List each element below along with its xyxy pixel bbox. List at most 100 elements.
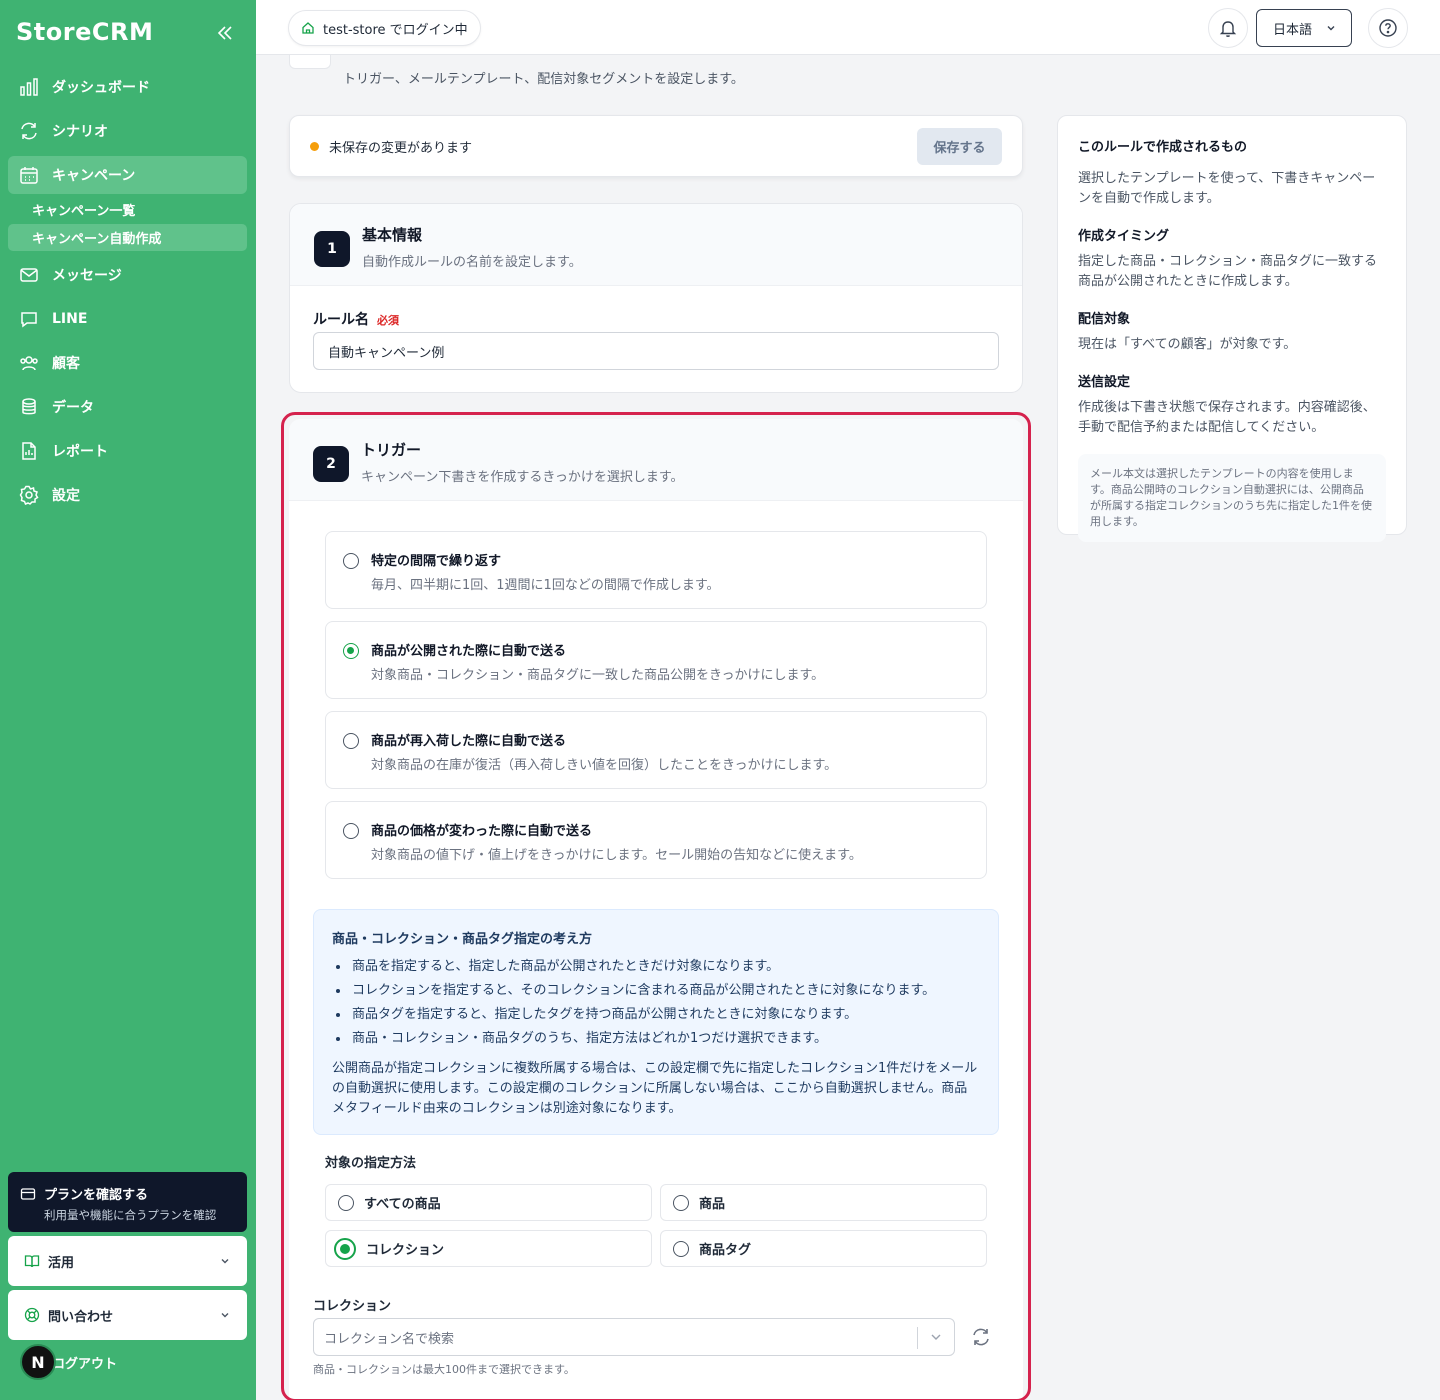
- target-method-label: 対象の指定方法: [325, 1156, 417, 1171]
- store-label: test-store でログイン中: [323, 22, 468, 38]
- sidebar-item-label: 設定: [52, 488, 80, 504]
- option-title: 商品が再入荷した際に自動で送る: [371, 734, 567, 749]
- panel-section-title: 作成タイミング: [1078, 229, 1170, 244]
- info-bullet: 商品・コレクション・商品タグのうち、指定方法はどれか1つだけ選択できます。: [332, 1027, 980, 1051]
- header-icon-box: [289, 55, 331, 69]
- sidebar-item-report[interactable]: レポート: [8, 432, 247, 470]
- method-label: コレクション: [366, 1243, 445, 1258]
- radio-button-selected[interactable]: [343, 643, 359, 659]
- plan-card[interactable]: プランを確認する 利用量や機能に合うプランを確認: [8, 1172, 247, 1232]
- radio-button[interactable]: [343, 553, 359, 569]
- book-icon: [24, 1255, 40, 1268]
- rule-summary-panel: このルールで作成されるもの 選択したテンプレートを使って、下書きキャンペーンを自…: [1057, 115, 1407, 542]
- method-product-tag[interactable]: 商品タグ: [660, 1230, 987, 1267]
- panel-section-text: 作成後は下書き状態で保存されます。内容確認後、手動で配信予約または配信してくださ…: [1078, 400, 1376, 435]
- trigger-option-restock[interactable]: 商品が再入荷した際に自動で送る 対象商品の在庫が復活（再入荷しきい値を回復）した…: [325, 711, 987, 789]
- home-icon: [302, 22, 314, 34]
- usage-dropdown[interactable]: 活用: [8, 1236, 247, 1286]
- help-icon[interactable]: [1368, 8, 1408, 48]
- contact-label: 問い合わせ: [48, 1309, 114, 1325]
- chevron-down-icon[interactable]: [928, 1329, 944, 1345]
- radio-button[interactable]: [343, 823, 359, 839]
- sidebar-subitem-campaign-auto[interactable]: キャンペーン自動作成: [8, 224, 247, 251]
- rule-name-input[interactable]: 自動キャンペーン例: [313, 332, 999, 370]
- trigger-option-interval[interactable]: 特定の間隔で繰り返す 毎月、四半期に1回、1週間に1回などの間隔で作成します。: [325, 531, 987, 609]
- info-bullet: コレクションを指定すると、そのコレクションに含まれる商品が公開されたときに対象に…: [332, 979, 980, 1003]
- radio-button[interactable]: [673, 1194, 689, 1211]
- info-title: 商品・コレクション・商品タグ指定の考え方: [332, 932, 593, 947]
- info-bullet: 商品タグを指定すると、指定したタグを持つ商品が公開されたときに対象になります。: [332, 1003, 980, 1027]
- sidebar-item-label: シナリオ: [52, 124, 108, 140]
- plan-subtitle: 利用量や機能に合うプランを確認: [44, 1208, 217, 1222]
- sidebar-item-customers[interactable]: 顧客: [8, 344, 247, 382]
- sidebar-item-label: ダッシュボード: [52, 80, 150, 96]
- option-title: 商品が公開された際に自動で送る: [371, 644, 567, 659]
- radio-button[interactable]: [338, 1194, 354, 1211]
- sidebar-item-message[interactable]: メッセージ: [8, 256, 247, 294]
- notification-bell-icon[interactable]: [1208, 8, 1248, 48]
- option-description: 対象商品・コレクション・商品タグに一致した商品公開をきっかけにします。: [371, 668, 825, 683]
- language-select[interactable]: 日本語: [1256, 9, 1352, 47]
- sidebar-item-data[interactable]: データ: [8, 388, 247, 426]
- credit-card-icon: [20, 1187, 36, 1200]
- sidebar-item-line[interactable]: LINE: [8, 300, 247, 338]
- logout-label: ログアウト: [52, 1356, 118, 1372]
- info-note: 公開商品が指定コレクションに複数所属する場合は、この設定欄で先に指定したコレクシ…: [332, 1061, 978, 1116]
- save-button[interactable]: 保存する: [917, 127, 1002, 165]
- method-product[interactable]: 商品: [660, 1184, 987, 1221]
- panel-note: メール本文は選択したテンプレートの内容を使用します。商品公開時のコレクション自動…: [1078, 454, 1386, 542]
- method-collection[interactable]: コレクション: [325, 1230, 652, 1267]
- store-indicator[interactable]: test-store でログイン中: [288, 10, 481, 46]
- sidebar-item-label: レポート: [52, 444, 108, 460]
- panel-section-text: 現在は「すべての顧客」が対象です。: [1078, 337, 1297, 352]
- sidebar-item-label: 顧客: [52, 356, 80, 372]
- sidebar-item-dashboard[interactable]: ダッシュボード: [8, 68, 247, 106]
- sidebar-item-scenario[interactable]: シナリオ: [8, 112, 247, 150]
- option-title: 商品の価格が変わった際に自動で送る: [371, 824, 593, 839]
- trigger-option-price-change[interactable]: 商品の価格が変わった際に自動で送る 対象商品の値下げ・値上げをきっかけにします。…: [325, 801, 987, 879]
- method-label: すべての商品: [364, 1197, 441, 1212]
- chart-bars-icon: [18, 76, 40, 98]
- sidebar-subitem-campaign-list[interactable]: キャンペーン一覧: [8, 196, 247, 223]
- chevron-down-icon: [221, 1259, 229, 1264]
- option-title: 特定の間隔で繰り返す: [371, 554, 502, 569]
- radio-button[interactable]: [343, 733, 359, 749]
- contact-dropdown[interactable]: 問い合わせ: [8, 1290, 247, 1340]
- chevron-down-icon: [221, 1313, 229, 1318]
- radio-button-selected[interactable]: [334, 1237, 356, 1260]
- unsaved-changes-bar: 未保存の変更があります 保存する: [289, 115, 1023, 177]
- logout-button[interactable]: N ログアウト: [20, 1344, 117, 1380]
- warning-dot: [310, 141, 319, 151]
- trigger-option-product-published[interactable]: 商品が公開された際に自動で送る 対象商品・コレクション・商品タグに一致した商品公…: [325, 621, 987, 699]
- radio-button[interactable]: [673, 1240, 689, 1257]
- divider: [917, 1327, 918, 1349]
- chevron-down-icon: [1327, 26, 1335, 31]
- sidebar-item-campaign[interactable]: キャンペーン: [8, 156, 247, 194]
- info-bullet: 商品を指定すると、指定した商品が公開されたときだけ対象になります。: [332, 955, 980, 979]
- method-all-products[interactable]: すべての商品: [325, 1184, 652, 1221]
- method-label: 商品: [699, 1197, 726, 1212]
- users-icon: [18, 352, 40, 374]
- plan-title: プランを確認する: [44, 1188, 149, 1203]
- database-icon: [18, 396, 40, 418]
- collapse-sidebar-icon[interactable]: [214, 22, 236, 44]
- rule-name-label: ルール名 必須: [313, 309, 399, 329]
- collection-placeholder: コレクション名で検索: [324, 1331, 455, 1347]
- panel-section-title: 送信設定: [1078, 375, 1131, 390]
- option-description: 対象商品の在庫が復活（再入荷しきい値を回復）したことをきっかけにします。: [371, 758, 838, 773]
- refresh-icon[interactable]: [970, 1326, 992, 1348]
- collection-label: コレクション: [313, 1299, 392, 1314]
- sidebar-item-settings[interactable]: 設定: [8, 476, 247, 514]
- top-bar: test-store でログイン中 日本語: [256, 0, 1440, 55]
- avatar[interactable]: N: [20, 1344, 56, 1380]
- brand-logo[interactable]: StoreCRM: [16, 18, 153, 46]
- method-label: 商品タグ: [699, 1243, 752, 1258]
- page-description: トリガー、メールテンプレート、配信対象セグメントを設定します。: [343, 72, 744, 87]
- collection-search-select[interactable]: コレクション名で検索: [313, 1318, 955, 1356]
- rule-name-label-text: ルール名: [313, 312, 369, 328]
- mail-icon: [18, 264, 40, 286]
- panel-intro: 選択したテンプレートを使って、下書きキャンペーンを自動で作成します。: [1078, 171, 1376, 206]
- unsaved-text: 未保存の変更があります: [329, 140, 473, 156]
- sidebar-item-label: メッセージ: [52, 268, 122, 284]
- gear-icon: [18, 484, 40, 506]
